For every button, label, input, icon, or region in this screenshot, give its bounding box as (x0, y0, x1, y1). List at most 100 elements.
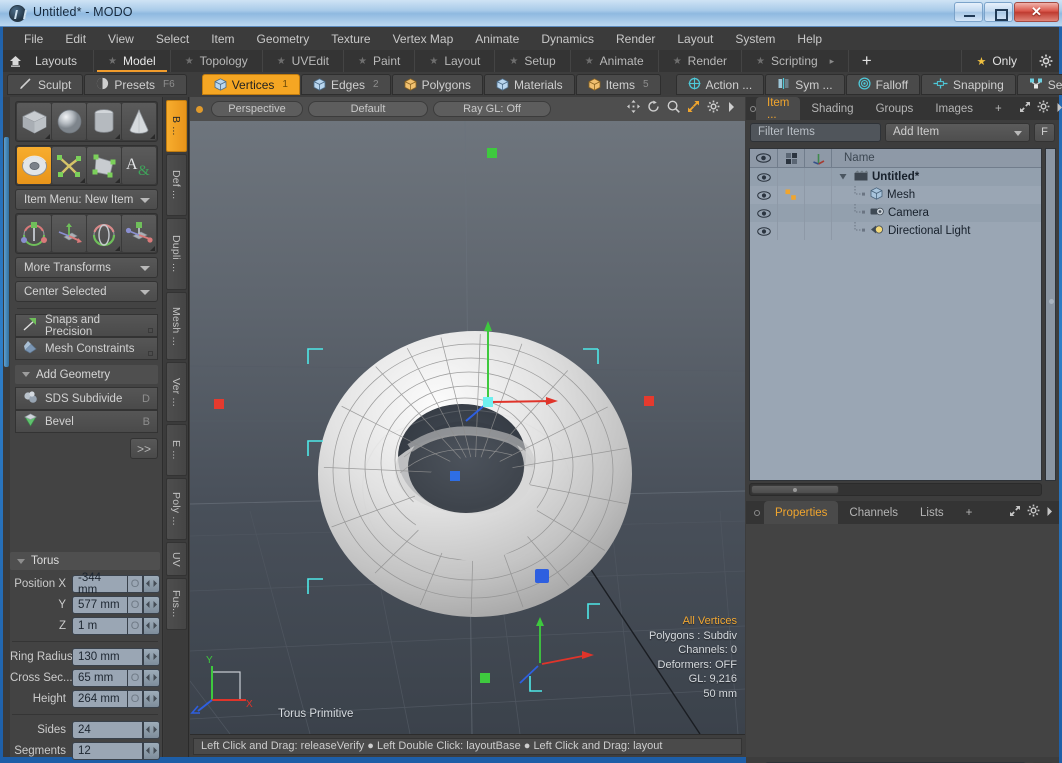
viewport-shading-button[interactable]: Default (308, 101, 428, 117)
layout-tab-uvedit[interactable]: ★ UVEdit (261, 50, 343, 72)
layout-tab-setup[interactable]: ★ Setup (494, 50, 569, 72)
position-x-field[interactable]: -344 mm (72, 572, 128, 596)
sphere-tool-button[interactable] (52, 103, 86, 140)
axis-toggle[interactable] (805, 222, 832, 240)
torus-properties-header[interactable]: Torus (10, 552, 160, 570)
add-item-dropdown[interactable]: Add Item (885, 122, 1030, 142)
mode-edges-button[interactable]: Edges 2 (300, 74, 391, 95)
layout-tab-model[interactable]: ★ Model (93, 50, 170, 72)
sides-field[interactable]: 24 (72, 720, 143, 739)
visibility-toggle[interactable] (750, 168, 778, 186)
animate-toggle[interactable]: O (128, 668, 143, 687)
menu-select[interactable]: Select (145, 29, 200, 49)
menu-help[interactable]: Help (786, 29, 833, 49)
filter-f-button[interactable]: F (1034, 122, 1055, 142)
vtab-fusion[interactable]: Fus... (165, 578, 187, 630)
animate-toggle[interactable]: O (128, 689, 143, 708)
rotate-tool-button[interactable] (52, 215, 86, 252)
sculpt-button[interactable]: Sculpt (7, 74, 84, 95)
panel-menu-dot[interactable] (750, 501, 764, 524)
render-column-icon[interactable] (778, 149, 805, 167)
cylinder-tool-button[interactable] (87, 103, 121, 140)
layout-tab-paint[interactable]: ★ Paint (343, 50, 414, 72)
gear-icon[interactable] (1037, 100, 1050, 118)
presets-button[interactable]: Presets F6 (84, 74, 187, 95)
mode-items-button[interactable]: Items 5 (575, 74, 661, 95)
render-toggle[interactable] (778, 222, 805, 240)
table-row[interactable]: Directional Light (750, 221, 1041, 240)
gear-icon[interactable] (1027, 504, 1040, 522)
viewport-raygl-button[interactable]: Ray GL: Off (433, 101, 551, 117)
move-tool-button[interactable] (17, 215, 51, 252)
layout-tab-animate[interactable]: ★ Animate (569, 50, 658, 72)
close-button[interactable] (1014, 2, 1059, 22)
text-tool-button[interactable]: A & (122, 147, 156, 184)
expand-icon[interactable] (1009, 504, 1021, 522)
minimize-button[interactable] (954, 2, 983, 22)
joint-tool-button[interactable] (52, 147, 86, 184)
table-row[interactable]: Camera (750, 203, 1041, 222)
visibility-toggle[interactable] (750, 204, 778, 222)
eye-column-icon[interactable] (750, 149, 778, 167)
viewport-canvas[interactable]: Y X Torus Primitive All Vertices Polygon… (190, 121, 745, 734)
visibility-toggle[interactable] (750, 186, 778, 204)
height-field[interactable]: 264 mm (72, 689, 128, 708)
axis-toggle[interactable] (805, 168, 832, 186)
cross-section-field[interactable]: 65 mm (72, 668, 128, 687)
filter-items-input[interactable]: Filter Items (750, 122, 881, 142)
more-transforms-dropdown[interactable]: More Transforms (15, 257, 158, 278)
spinner-control[interactable] (143, 595, 160, 614)
mesh-constraints-button[interactable]: Mesh Constraints (15, 337, 158, 360)
vtab-polygon[interactable]: Poly ... (165, 478, 187, 540)
vtab-uv[interactable]: UV (165, 542, 187, 576)
add-geometry-header[interactable]: Add Geometry (15, 365, 158, 384)
maximize-button[interactable] (984, 2, 1013, 22)
position-y-field[interactable]: 577 mm (72, 595, 128, 614)
axis-toggle[interactable] (805, 204, 832, 222)
polygon-tool-button[interactable] (87, 147, 121, 184)
render-toggle[interactable] (778, 204, 805, 222)
item-name-cell[interactable]: Mesh (832, 185, 1041, 204)
render-toggle[interactable] (778, 168, 805, 186)
vtab-edge[interactable]: E ... (165, 424, 187, 476)
table-row[interactable]: Mesh (750, 185, 1041, 204)
menu-system[interactable]: System (724, 29, 786, 49)
torus-tool-button[interactable] (17, 147, 51, 184)
menu-dynamics[interactable]: Dynamics (530, 29, 605, 49)
mode-materials-button[interactable]: Materials (483, 74, 575, 95)
item-name-cell[interactable]: Camera (832, 203, 1041, 222)
layout-tab-layout[interactable]: ★ Layout (414, 50, 494, 72)
symmetry-button[interactable]: Sym ... (765, 74, 845, 95)
spinner-control[interactable] (143, 616, 160, 635)
item-list-horizontal-scrollbar[interactable] (749, 483, 1042, 496)
vtab-vertex[interactable]: Ver ... (165, 362, 187, 422)
zoom-icon[interactable] (667, 100, 680, 118)
add-tab-button[interactable]: + (984, 97, 1013, 120)
segments-field[interactable]: 12 (72, 741, 143, 760)
mode-polygons-button[interactable]: Polygons (391, 74, 483, 95)
item-name-cell[interactable]: Directional Light (832, 221, 1041, 240)
center-selected-dropdown[interactable]: Center Selected (15, 281, 158, 302)
menu-item[interactable]: Item (200, 29, 245, 49)
menu-file[interactable]: File (13, 29, 54, 49)
snaps-and-precision-button[interactable]: Snaps and Precision (15, 314, 158, 338)
spinner-control[interactable] (143, 647, 160, 666)
only-toggle[interactable]: ★ Only (961, 50, 1031, 72)
layout-tab-topology[interactable]: ★ Topology (169, 50, 262, 72)
menu-geometry[interactable]: Geometry (246, 29, 321, 49)
viewport-menu-dot[interactable] (196, 105, 203, 113)
add-properties-tab-button[interactable]: + (955, 501, 984, 524)
vtab-basic[interactable]: B ... (165, 100, 187, 152)
option-box[interactable] (148, 328, 153, 333)
spinner-control[interactable] (143, 574, 160, 593)
item-list-vertical-scrollbar[interactable] (1045, 148, 1056, 481)
tab-images[interactable]: Images (924, 97, 984, 120)
scale-tool-button[interactable] (87, 215, 121, 252)
falloff-button[interactable]: Falloff (845, 74, 921, 95)
gear-icon[interactable] (707, 100, 720, 118)
menu-edit[interactable]: Edit (54, 29, 97, 49)
render-toggle[interactable] (778, 186, 805, 204)
position-z-field[interactable]: 1 m (72, 616, 128, 635)
expand-tools-button[interactable]: >> (130, 438, 158, 459)
menu-view[interactable]: View (97, 29, 145, 49)
